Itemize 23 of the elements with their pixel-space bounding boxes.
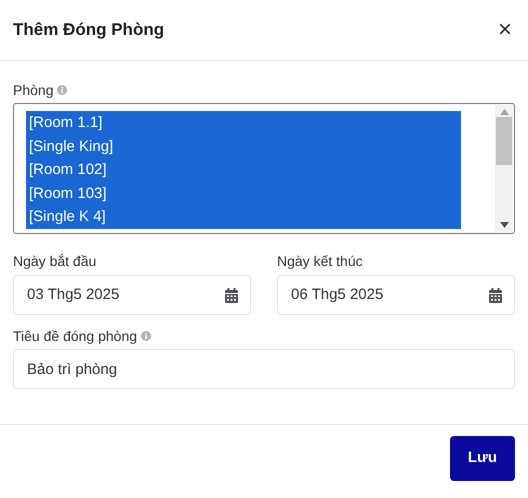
scrollbar[interactable] xyxy=(495,105,513,232)
calendar-icon[interactable] xyxy=(225,288,238,302)
scroll-down-icon[interactable] xyxy=(500,222,508,228)
room-option[interactable]: [Room 102] xyxy=(26,158,461,182)
date-input-field[interactable]: 06 Thg5 2025 xyxy=(277,275,515,315)
title-input-field[interactable]: Bảo trì phòng xyxy=(13,349,515,389)
dialog-title: Thêm Đóng Phòng xyxy=(13,19,164,42)
calendar-icon[interactable] xyxy=(489,288,502,302)
field-label: Phòng xyxy=(13,81,54,99)
room-option[interactable]: [Room 1.1] xyxy=(26,111,461,134)
date-input-field[interactable]: 03 Thg5 2025 xyxy=(13,275,251,315)
room-option[interactable]: [Single K 4] xyxy=(26,205,461,228)
date-value: 03 Thg5 2025 xyxy=(27,284,120,305)
field-label: Tiêu đề đóng phòng xyxy=(13,327,138,345)
field-label: Ngày bắt đầu xyxy=(13,252,98,270)
date-value: 06 Thg5 2025 xyxy=(291,284,384,305)
close-button[interactable]: × xyxy=(494,18,516,42)
save-button[interactable]: Lưu xyxy=(450,436,515,481)
room-listbox[interactable]: [Room 1.1] [Single King] [Room 102] [Room 103] [Single K 4] xyxy=(13,103,515,234)
room-option[interactable]: [Single King] xyxy=(26,134,461,158)
scrollbar-thumb[interactable] xyxy=(496,117,512,165)
room-option[interactable]: [Room 103] xyxy=(26,182,461,205)
field-label: Ngày kết thúc xyxy=(277,252,364,270)
